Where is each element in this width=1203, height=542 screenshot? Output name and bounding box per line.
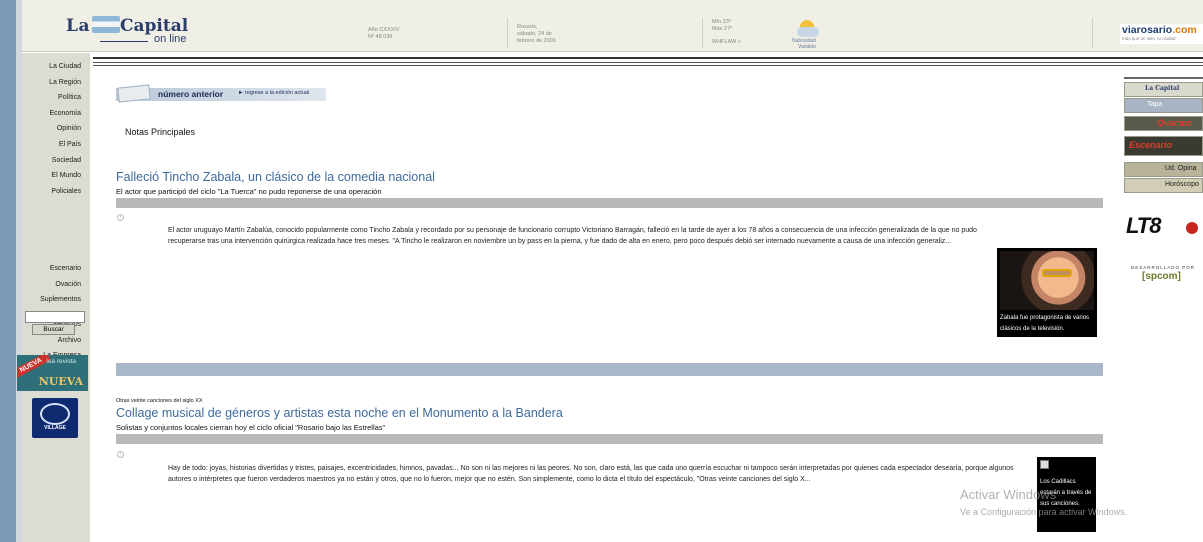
edition-date: Rosario, sábado, 24 de febrero de 2001: [517, 24, 556, 45]
arrow-icon[interactable]: ›: [117, 214, 124, 221]
article1-body: El actor uruguayo Martín Zabalúa, conoci…: [168, 227, 977, 245]
temp-min: Mín 23º: [712, 19, 731, 25]
nav-item[interactable]: Escenario: [22, 261, 90, 277]
article-divider: [116, 363, 1103, 376]
search-button[interactable]: Buscar: [32, 324, 75, 335]
nav-item[interactable]: El País: [22, 137, 90, 153]
horoscopo-label: Horóscopo: [1165, 181, 1199, 188]
nav-item[interactable]: Política: [22, 90, 90, 106]
nav-item[interactable]: Economía: [22, 106, 90, 122]
lt8-dot-icon: [1186, 222, 1198, 234]
logo-la: La: [66, 16, 90, 36]
left-nav: La Ciudad La Región Política Economía Opinió…: [22, 53, 90, 542]
ud-opina-button[interactable]: Ud. Opina: [1124, 162, 1203, 177]
header-divider: [1092, 18, 1093, 48]
lea-revista-text: lea revista: [46, 358, 76, 365]
article-separator: [116, 434, 1103, 444]
tapa-button[interactable]: Tapa: [1124, 98, 1203, 113]
logo-rule: [100, 41, 148, 42]
escenario-button[interactable]: Escenario: [1124, 136, 1203, 156]
right-top-rule: [1124, 77, 1203, 79]
viarosario-banner[interactable]: viarosario.com más que un sitio, tu ciud…: [1120, 24, 1203, 44]
la-capital-button[interactable]: La Capital: [1124, 82, 1203, 97]
lt8-text: LT8: [1126, 213, 1161, 238]
top-rule-thin: [93, 65, 1203, 66]
header-divider: [507, 18, 508, 48]
top-rule: [93, 57, 1203, 59]
weather-temps: Mín 23º Máx 27º WHFLAW »: [712, 19, 741, 46]
header-divider: [702, 18, 703, 48]
article-separator: [116, 198, 1103, 208]
nav-item[interactable]: Suplementos: [22, 292, 90, 308]
article1-subhead: El actor que participó del ciclo "La Tue…: [116, 187, 382, 196]
spcom-logo[interactable]: [spcom]: [1142, 271, 1181, 282]
nav-item[interactable]: El Mundo: [22, 168, 90, 184]
date-day: sábado, 24 de: [517, 31, 552, 37]
year-text: Año CXXXIV: [368, 27, 400, 33]
viarosario-logo: viarosario.com: [1122, 24, 1197, 36]
article1-photo-caption: Zabala fue protagonista de varios clásic…: [1000, 315, 1090, 332]
viarosario-name: viarosario: [1122, 24, 1173, 36]
ovacion-label: Ovacion: [1157, 118, 1193, 128]
nueva-title: NUEVA: [38, 375, 83, 388]
article2-kicker: Otras veinte canciones del siglo XX: [116, 398, 203, 404]
nav-item[interactable]: Ovación: [22, 277, 90, 293]
tapa-label: Tapa: [1147, 101, 1163, 108]
issue-text: Nº 48.039: [368, 34, 393, 40]
weather-cond-line2: Variable: [798, 44, 816, 50]
date-city: Rosario,: [517, 24, 538, 30]
village-logo-icon: [40, 403, 70, 425]
escenario-label: Escenario: [1129, 140, 1173, 150]
article2-subhead: Solistas y conjuntos locales cierran hoy…: [116, 423, 386, 432]
nav-item[interactable]: Policiales: [22, 184, 90, 200]
developed-by: DESARROLLADO POR: [1131, 265, 1196, 270]
weather-link[interactable]: WHFLAW »: [712, 39, 741, 46]
viarosario-domain: .com: [1172, 24, 1197, 36]
activate-windows-title: Activar Windows: [960, 487, 1057, 502]
viarosario-tagline: más que un sitio, tu ciudad: [1122, 36, 1176, 41]
la-capital-logo[interactable]: La Capital on line: [66, 14, 206, 48]
nav-item[interactable]: Sociedad: [22, 153, 90, 169]
edition-number: Año CXXXIV Nº 48.039: [368, 27, 400, 41]
village-label: VILLAGE: [44, 425, 66, 431]
numero-anterior-label: número anterior: [158, 89, 224, 99]
search-input[interactable]: [25, 311, 85, 323]
la-capital-label: La Capital: [1145, 85, 1180, 92]
nav-item[interactable]: La Ciudad: [22, 59, 90, 75]
partly-cloudy-icon: [797, 20, 819, 38]
article1-headline[interactable]: Falleció Tincho Zabala, un clásico de la…: [116, 170, 435, 184]
date-month: febrero de 2001: [517, 38, 556, 44]
newspaper-icon: [117, 84, 151, 103]
numero-anterior-banner[interactable]: número anterior ► regrese a la edición a…: [116, 84, 326, 103]
header: La Capital on line Año CXXXIV Nº 48.039 …: [22, 0, 1203, 52]
nav-item[interactable]: Opinión: [22, 121, 90, 137]
left-stripe: [0, 0, 16, 542]
article2-headline[interactable]: Collage musical de géneros y artistas es…: [116, 406, 563, 420]
ud-opina-label: Ud. Opina: [1165, 165, 1197, 172]
top-rule-thin: [93, 62, 1203, 63]
arrow-icon[interactable]: ›: [117, 451, 124, 458]
nav-supplements: Escenario Ovación Suplementos: [22, 261, 90, 308]
flag-icon: [92, 16, 120, 33]
nav-item[interactable]: La Región: [22, 75, 90, 91]
section-title: Notas Principales: [125, 127, 196, 137]
lt8-radio-logo[interactable]: LT8: [1124, 213, 1203, 247]
weather-condition: Nubosidad Variable: [792, 38, 816, 50]
broken-image-icon: [1040, 460, 1049, 469]
horoscopo-button[interactable]: Horóscopo: [1124, 178, 1203, 193]
logo-online: on line: [154, 33, 187, 45]
zabala-photo: [1000, 251, 1094, 310]
temp-max: Máx 27º: [712, 26, 733, 32]
village-cines-ad[interactable]: VILLAGE: [32, 398, 78, 438]
article2-body: Hay de todo: joyas, historias divertidas…: [168, 465, 1014, 483]
activate-windows-subtitle: Ve a Configuración para activar Windows.: [960, 507, 1128, 517]
ovacion-button[interactable]: Ovacion: [1124, 116, 1203, 131]
article1-photo[interactable]: Zabala fue protagonista de varios clásic…: [997, 248, 1097, 337]
nav-sections: La Ciudad La Región Política Economía Opinió…: [22, 59, 90, 199]
regresar-link[interactable]: ► regrese a la edición actual: [238, 90, 309, 96]
revista-nueva-ad[interactable]: NUEVA lea revista NUEVA: [17, 355, 88, 391]
